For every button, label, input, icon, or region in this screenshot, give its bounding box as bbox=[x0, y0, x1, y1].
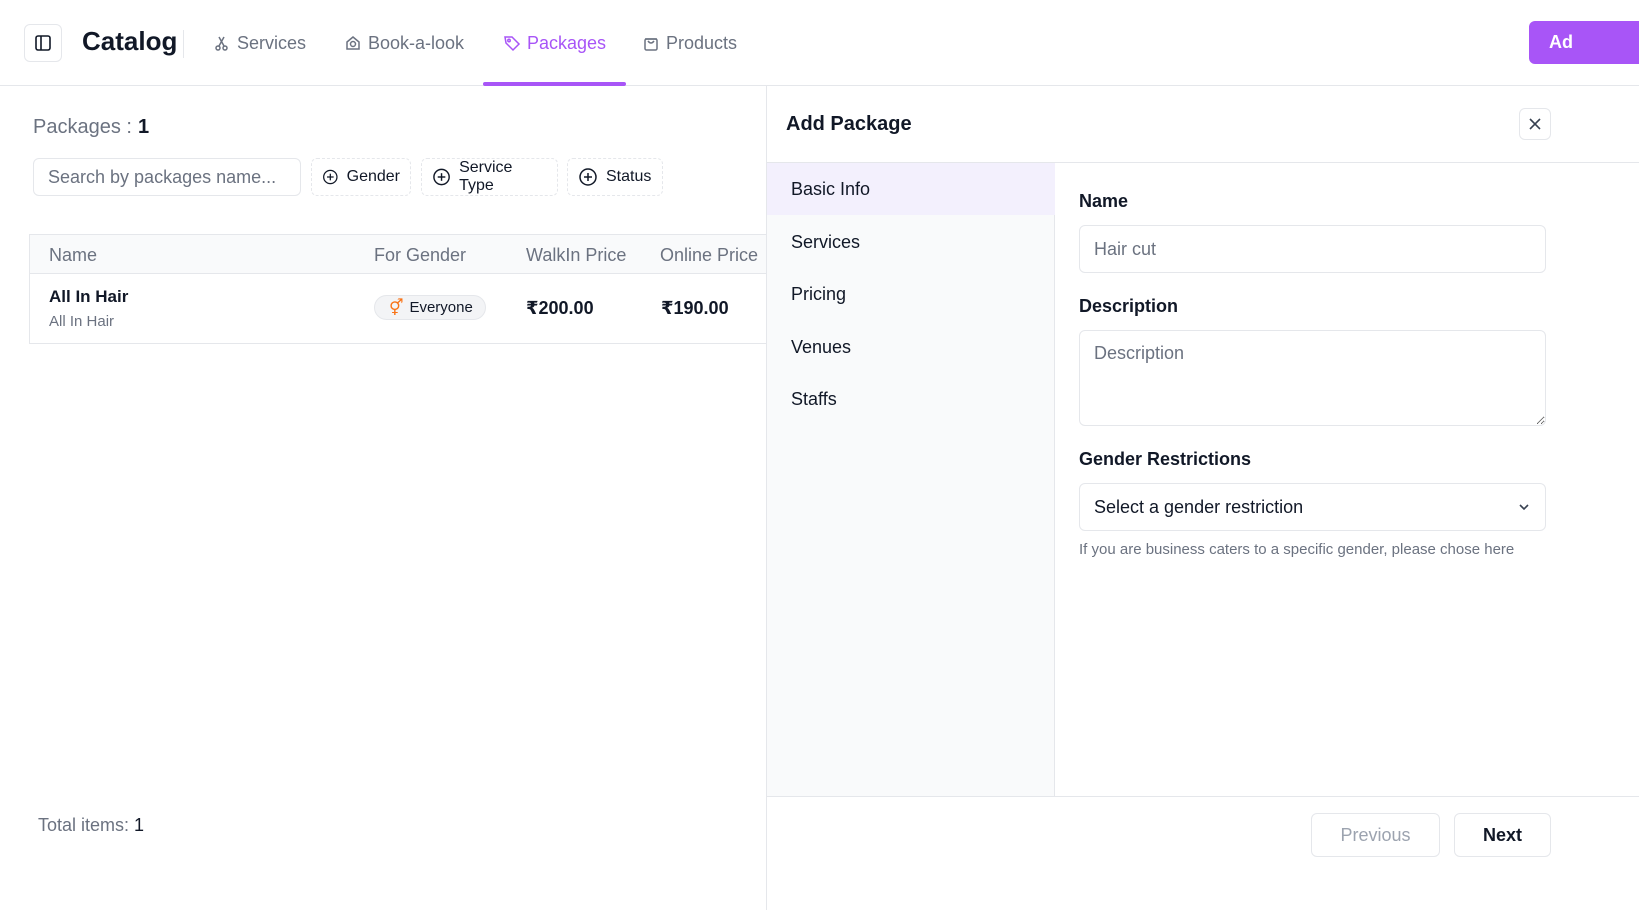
packages-table: Name For Gender WalkIn Price Online Pric… bbox=[29, 234, 766, 344]
step-services[interactable]: Services bbox=[767, 216, 1055, 268]
description-label: Description bbox=[1079, 296, 1179, 316]
filter-label: Service Type bbox=[459, 159, 513, 194]
count-value: 1 bbox=[137, 116, 150, 138]
drawer-title: Add Package bbox=[786, 113, 912, 135]
online-price: ₹190.00 bbox=[661, 298, 729, 318]
gender-badge: ⚥ Everyone bbox=[374, 295, 486, 320]
packages-count: Packages :1 bbox=[33, 116, 149, 139]
sidebar-icon bbox=[35, 35, 51, 51]
tab-label: Packages bbox=[527, 32, 607, 53]
sidebar-toggle-button[interactable] bbox=[24, 24, 62, 62]
package-subtitle: All In Hair bbox=[49, 313, 115, 330]
step-basic-info[interactable]: Basic Info bbox=[767, 163, 1055, 215]
column-header-walkin-price[interactable]: WalkIn Price bbox=[526, 245, 626, 266]
page-title: Catalog bbox=[82, 26, 178, 56]
package-name: All In Hair bbox=[49, 287, 129, 306]
gender-label: Everyone bbox=[409, 299, 473, 316]
divider bbox=[767, 796, 1639, 797]
select-value: Select a gender restriction bbox=[1094, 496, 1304, 517]
add-button[interactable]: Ad bbox=[1529, 21, 1639, 64]
previous-button[interactable]: Previous bbox=[1311, 813, 1440, 857]
plus-circle-icon bbox=[433, 168, 450, 186]
gender-filter-button[interactable]: Gender bbox=[311, 158, 411, 196]
gender-icon: ⚥ bbox=[389, 299, 404, 317]
plus-circle-icon bbox=[579, 168, 597, 186]
tab-label: Book-a-look bbox=[368, 32, 465, 53]
filter-label: Status bbox=[606, 168, 652, 185]
close-icon bbox=[1529, 118, 1541, 130]
shopping-bag-icon bbox=[644, 38, 658, 51]
tag-icon bbox=[504, 36, 521, 52]
plus-circle-icon bbox=[323, 169, 338, 185]
name-input[interactable] bbox=[1079, 225, 1546, 273]
search-input[interactable] bbox=[33, 158, 301, 196]
table-header: Name For Gender WalkIn Price Online Pric… bbox=[30, 235, 766, 274]
add-package-drawer: Add Package Basic Info Services Pricing … bbox=[766, 86, 1639, 910]
step-staffs[interactable]: Staffs bbox=[767, 373, 1055, 425]
divider bbox=[183, 30, 184, 58]
column-header-gender[interactable]: For Gender bbox=[374, 245, 466, 266]
gender-restrictions-label: Gender Restrictions bbox=[1079, 449, 1252, 469]
name-label: Name bbox=[1079, 191, 1129, 211]
step-pricing[interactable]: Pricing bbox=[767, 268, 1055, 320]
step-venues[interactable]: Venues bbox=[767, 321, 1055, 373]
lookbook-icon bbox=[346, 36, 360, 50]
gender-restriction-select[interactable]: Select a gender restriction bbox=[1079, 483, 1546, 531]
service-type-filter-button[interactable]: Service Type bbox=[421, 158, 558, 196]
gender-help-text: If you are business caters to a specific… bbox=[1079, 541, 1515, 558]
walkin-price: ₹200.00 bbox=[526, 298, 594, 318]
tab-label: Products bbox=[666, 32, 738, 53]
top-bar: Catalog Services Book-a-look Packages Pr… bbox=[0, 0, 1639, 86]
column-header-name[interactable]: Name bbox=[49, 245, 97, 266]
steps-sidebar: Basic Info Services Pricing Venues Staff… bbox=[767, 163, 1055, 797]
tab-products[interactable]: Products bbox=[642, 0, 737, 86]
description-input[interactable] bbox=[1079, 330, 1546, 426]
close-button[interactable] bbox=[1519, 108, 1551, 140]
chevron-down-icon bbox=[1519, 504, 1529, 511]
tab-packages[interactable]: Packages bbox=[482, 0, 627, 86]
status-filter-button[interactable]: Status bbox=[567, 158, 663, 196]
total-items: Total items: 1 bbox=[38, 815, 144, 836]
total-label: Total items: bbox=[38, 815, 130, 835]
count-label: Packages : bbox=[33, 116, 132, 138]
filter-label: Gender bbox=[346, 168, 400, 185]
scissors-icon bbox=[215, 36, 228, 51]
next-button[interactable]: Next bbox=[1454, 813, 1551, 857]
column-header-online-price[interactable]: Online Price bbox=[660, 245, 758, 266]
tab-services[interactable]: Services bbox=[213, 0, 306, 86]
tab-label: Services bbox=[237, 32, 307, 53]
tab-book-a-look[interactable]: Book-a-look bbox=[344, 0, 464, 86]
total-value: 1 bbox=[134, 815, 145, 835]
